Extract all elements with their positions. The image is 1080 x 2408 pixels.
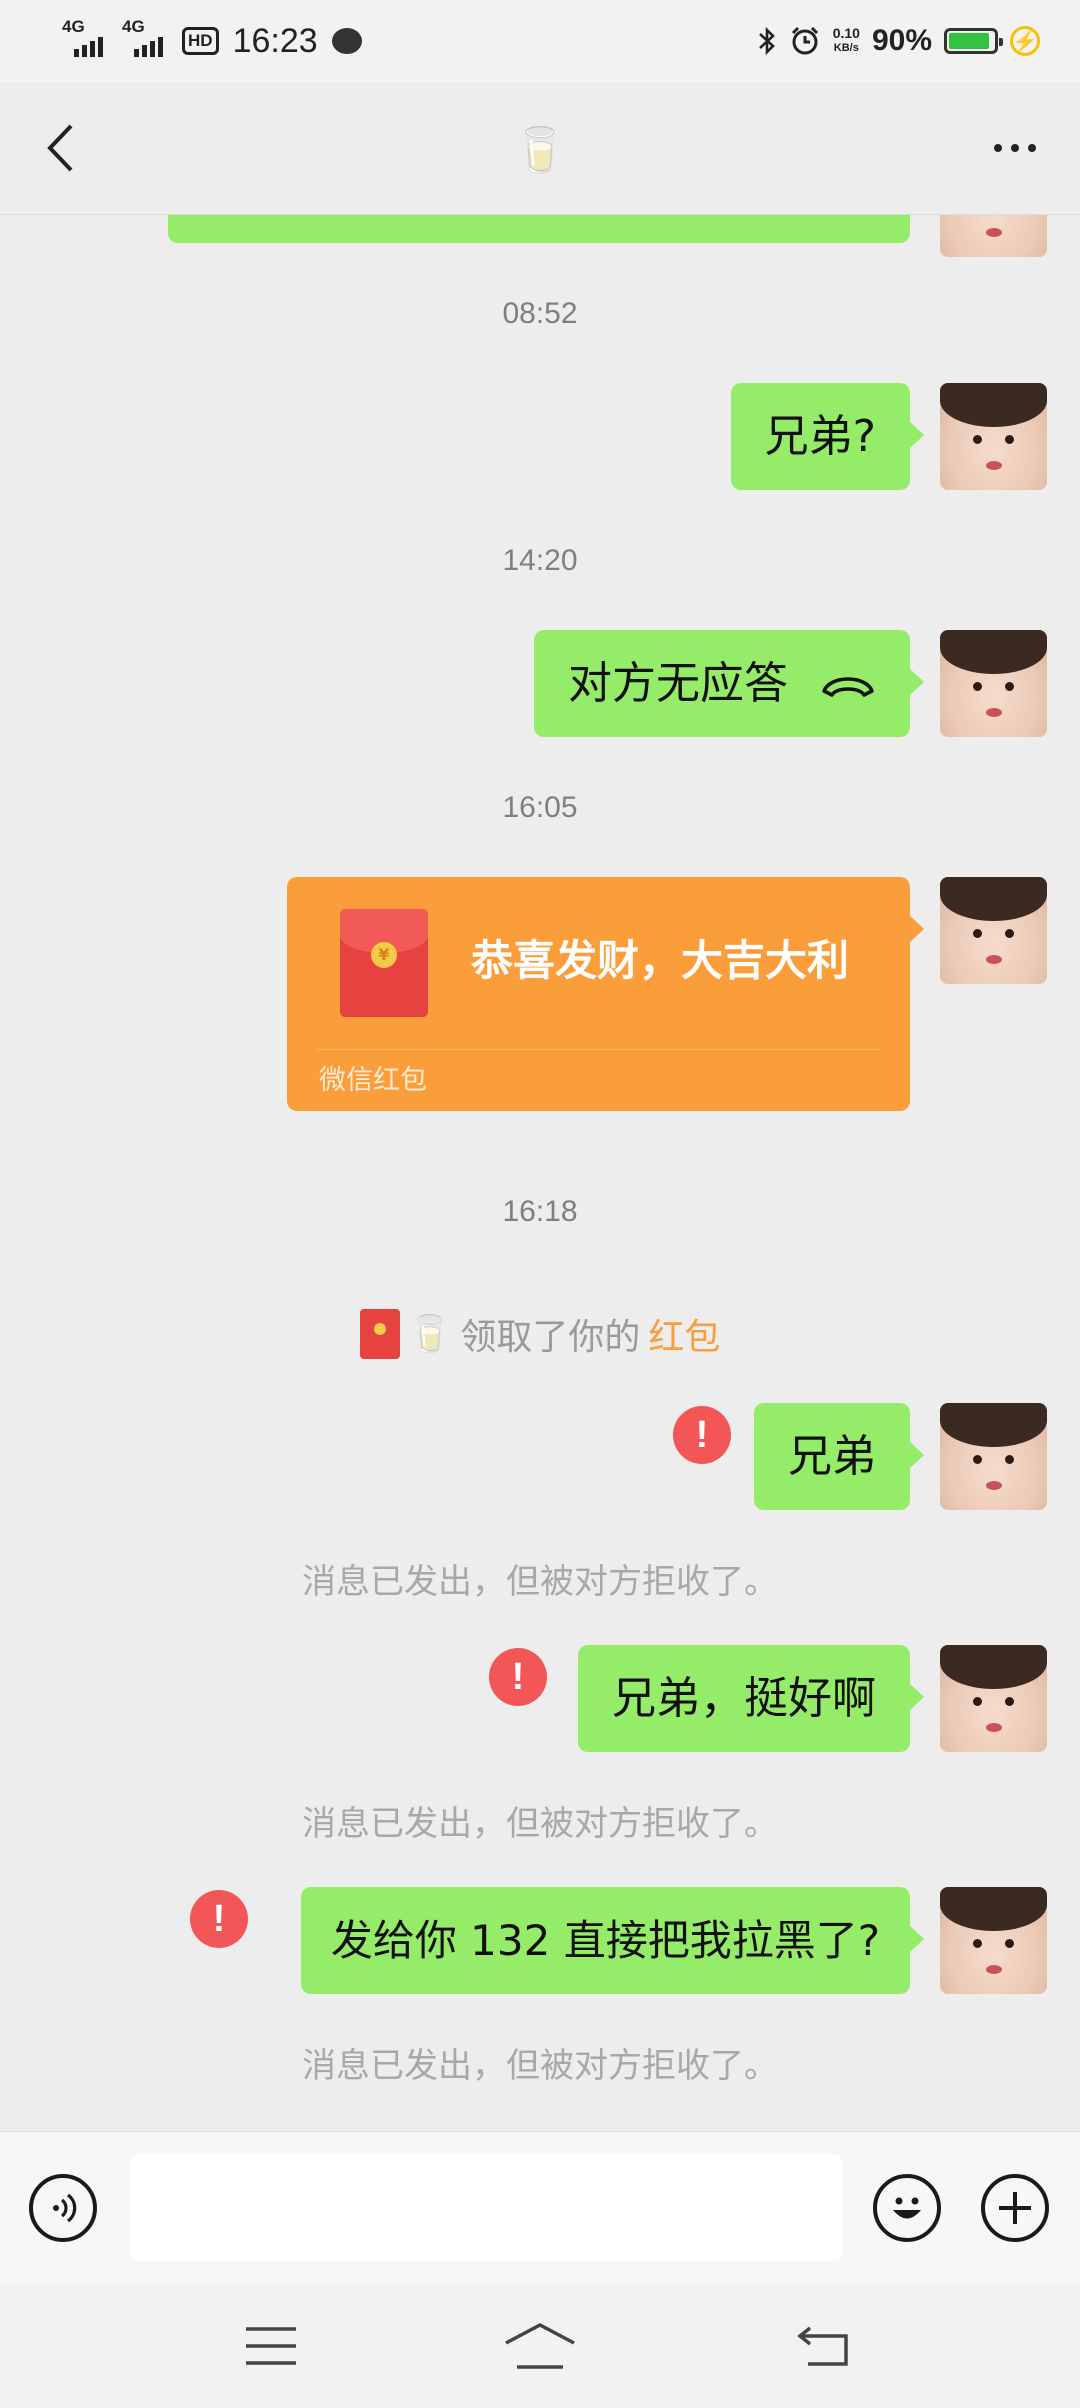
nav-home-button[interactable]	[495, 2311, 585, 2381]
voice-icon	[53, 2193, 77, 2223]
message-list[interactable]: 08:52 兄弟? 14:20 对方无应答 16:05 ¥ 恭喜发财，大吉大利 …	[0, 215, 1080, 2131]
input-bar	[0, 2131, 1080, 2284]
send-failed-icon[interactable]: !	[489, 1648, 547, 1706]
message-input[interactable]	[130, 2154, 842, 2261]
message-bubble[interactable]: 兄弟，挺好啊	[578, 1645, 924, 1752]
timestamp: 08:52	[502, 297, 578, 330]
message-bubble[interactable]: 发给你 132 直接把我拉黑了?	[300, 1887, 925, 1994]
system-message: 🥛 领取了你的 红包	[0, 1308, 1080, 1360]
rejected-notice: 消息已发出，但被对方拒收了。	[302, 1804, 778, 1844]
red-packet-card[interactable]: ¥ 恭喜发财，大吉大利 微信红包	[287, 877, 924, 1111]
back-arrow-icon	[797, 2326, 848, 2366]
send-failed-icon[interactable]: !	[673, 1406, 731, 1464]
avatar[interactable]	[940, 1403, 1047, 1510]
timestamp: 14:20	[502, 544, 578, 577]
status-time: 16:23	[232, 21, 318, 60]
message-bubble[interactable]: 兄弟	[754, 1403, 924, 1510]
timestamp: 16:05	[502, 791, 578, 824]
nav-back-button[interactable]	[778, 2311, 868, 2381]
emoji-button[interactable]	[873, 2174, 941, 2242]
charging-icon: ⚡	[1010, 26, 1040, 56]
plus-icon	[999, 2192, 1031, 2224]
timestamp: 16:18	[502, 1195, 578, 1228]
more-functions-button[interactable]	[981, 2174, 1049, 2242]
avatar[interactable]	[940, 630, 1047, 737]
menu-icon	[246, 2327, 296, 2365]
call-record-bubble[interactable]: 对方无应答	[534, 630, 924, 737]
avatar[interactable]	[940, 215, 1047, 257]
hd-voice-icon: HD	[182, 27, 219, 55]
bluetooth-icon	[758, 26, 775, 56]
emoji-icon	[893, 2197, 921, 2219]
rejected-notice: 消息已发出，但被对方拒收了。	[302, 1562, 778, 1602]
status-bar: 4G 4G HD 16:23 0.10 KB/s 90% ⚡	[0, 0, 1080, 82]
chevron-left-icon	[47, 124, 73, 172]
chat-title: 🥛	[512, 125, 568, 176]
network-type-label: 4G	[62, 17, 85, 36]
alarm-icon	[791, 26, 818, 55]
signal-strength-icon: 4G	[62, 17, 112, 63]
system-nav-bar	[0, 2283, 1080, 2408]
nav-menu-button[interactable]	[226, 2311, 316, 2381]
message-notification-icon	[331, 28, 362, 54]
home-icon	[505, 2323, 575, 2369]
red-packet-footer: 微信红包	[319, 1065, 427, 1096]
phone-hangup-icon	[822, 677, 874, 697]
red-packet-title: 恭喜发财，大吉大利	[471, 936, 850, 985]
chat-header: 🥛	[0, 82, 1080, 215]
network-speed: 0.10 KB/s	[832, 25, 860, 55]
send-failed-icon[interactable]: !	[190, 1890, 248, 1948]
back-button[interactable]	[30, 118, 90, 178]
signal-strength-icon: 4G	[122, 17, 172, 63]
red-packet-link[interactable]: 红包	[648, 1308, 720, 1360]
red-packet-icon: ¥	[340, 909, 428, 1017]
avatar[interactable]	[940, 877, 1047, 984]
avatar[interactable]	[940, 1887, 1047, 1994]
partial-message-bubble[interactable]	[168, 215, 910, 243]
battery-percent: 90%	[871, 24, 932, 57]
more-options-button[interactable]	[980, 118, 1050, 178]
network-type-label: 4G	[122, 17, 145, 36]
battery-icon	[944, 28, 1003, 54]
avatar[interactable]	[940, 383, 1047, 490]
voice-button[interactable]	[29, 2174, 97, 2242]
avatar[interactable]	[940, 1645, 1047, 1752]
rejected-notice: 消息已发出，但被对方拒收了。	[302, 2046, 778, 2086]
more-dots-icon	[994, 144, 1002, 152]
red-packet-icon	[359, 1309, 400, 1359]
message-bubble[interactable]: 兄弟?	[730, 383, 925, 490]
